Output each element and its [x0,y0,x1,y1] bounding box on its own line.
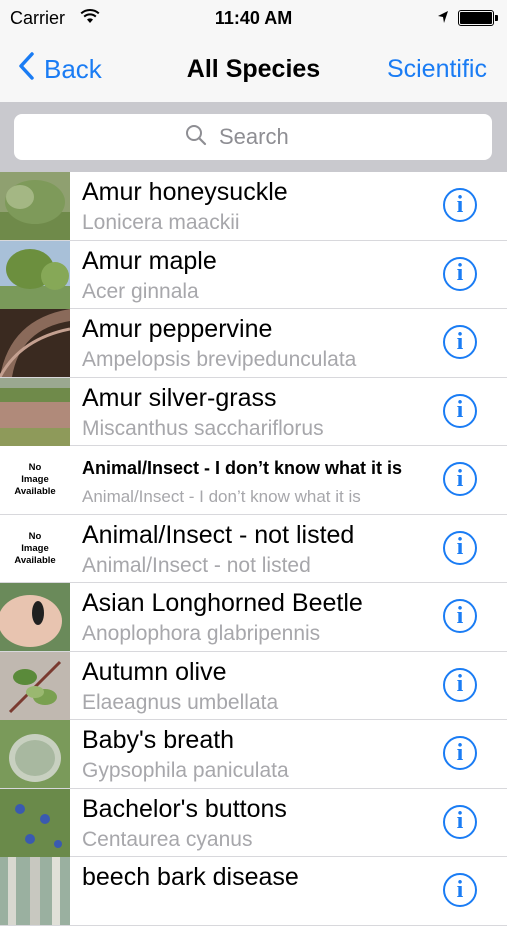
scientific-name: Anoplophora glabripennis [82,622,321,645]
no-image-label: No [28,462,42,473]
list-item[interactable]: Amur silver-grass Miscanthus sacchariflor… [0,377,507,446]
list-item[interactable]: Baby's breath Gypsophila paniculata i [0,720,507,789]
scientific-name: Elaeagnus umbellata [82,690,279,714]
species-thumbnail [0,583,70,651]
info-icon[interactable]: i [443,256,477,291]
list-item[interactable]: Asian Longhorned Beetle Anoplophora glabr… [0,583,507,652]
common-name: Animal/Insect - not listed [82,520,355,549]
no-image-placeholder: No Image Available [0,446,70,514]
info-icon[interactable]: i [443,325,477,359]
list-item[interactable]: No Image Available Animal/Insect - not list… [0,514,507,583]
search-bar [0,102,507,264]
info-icon[interactable]: i [443,462,477,496]
scientific-name: Ampelopsis brevipedunculata [82,348,357,371]
species-thumbnail [0,788,70,857]
info-icon[interactable]: i [443,804,477,839]
common-name: Amur peppervine [82,315,273,343]
common-name: Animal/Insect - I don’t know what it is [82,458,403,478]
scientific-name: Animal/Insect - not listed [82,553,311,577]
search-input[interactable] [217,123,321,151]
info-icon[interactable]: i [443,188,477,222]
location-arrow-icon [437,10,449,29]
common-name: Amur honeysuckle [82,178,288,206]
list-item[interactable]: No Image Available Animal/Insect - I don’t … [0,446,507,515]
info-icon[interactable]: i [443,393,477,428]
common-name: Bachelor's buttons [82,794,287,823]
list-item[interactable]: Bachelor's buttons Centaurea cyanus i [0,788,507,857]
search-field[interactable] [14,114,492,160]
battery-icon [458,10,498,26]
no-image-label: Available [14,486,56,497]
info-icon[interactable]: i [443,599,477,633]
species-thumbnail [0,857,70,925]
species-thumbnail [0,377,70,446]
scientific-name: Lonicera maackii [82,211,240,234]
no-image-label: Image [21,542,49,554]
scientific-name: Centaurea cyanus [82,827,253,851]
list-item[interactable]: beech bark disease i [0,857,507,926]
scientific-name: Gypsophila paniculata [82,759,289,782]
species-thumbnail [0,651,70,720]
no-image-label: Image [21,474,49,485]
common-name: Baby's breath [82,726,235,754]
navigation-bar: Back All Species Scientific [0,36,507,102]
no-image-label: Available [14,554,56,566]
no-image-label: No [28,530,42,542]
common-name: beech bark disease [82,863,299,891]
scientific-name: Animal/Insect - I don’t know what it is [82,487,361,506]
clock: 11:40 AM [214,8,293,28]
common-name: Autumn olive [82,657,227,686]
info-icon[interactable]: i [443,736,477,770]
scientific-name: Miscanthus sacchariflorus [82,416,324,440]
list-item[interactable]: Autumn olive Elaeagnus umbellata i [0,651,507,720]
common-name: Amur maple [82,246,217,275]
search-icon [185,124,207,151]
common-name: Asian Longhorned Beetle [82,589,363,617]
list-item[interactable]: Amur honeysuckle Lonicera maackii i [0,172,507,241]
info-icon[interactable]: i [443,873,477,907]
list-item[interactable]: Amur peppervine Ampelopsis brevipeduncula… [0,309,507,378]
species-thumbnail [0,172,70,240]
scientific-name: Acer ginnala [82,279,199,303]
list-item[interactable]: Amur maple Acer ginnala i [0,240,507,309]
species-thumbnail [0,309,70,377]
status-bar: Carrier 11:40 AM [0,0,507,36]
info-icon[interactable]: i [443,667,477,702]
common-name: Amur silver-grass [82,383,277,412]
no-image-placeholder: No Image Available [0,515,70,583]
species-thumbnail [0,240,70,309]
scientific-toggle-button[interactable]: Scientific [387,55,487,84]
species-list: Amur honeysuckle Lonicera maackii i Amur ma… [0,172,507,926]
species-thumbnail [0,720,70,788]
info-icon[interactable]: i [443,530,477,565]
